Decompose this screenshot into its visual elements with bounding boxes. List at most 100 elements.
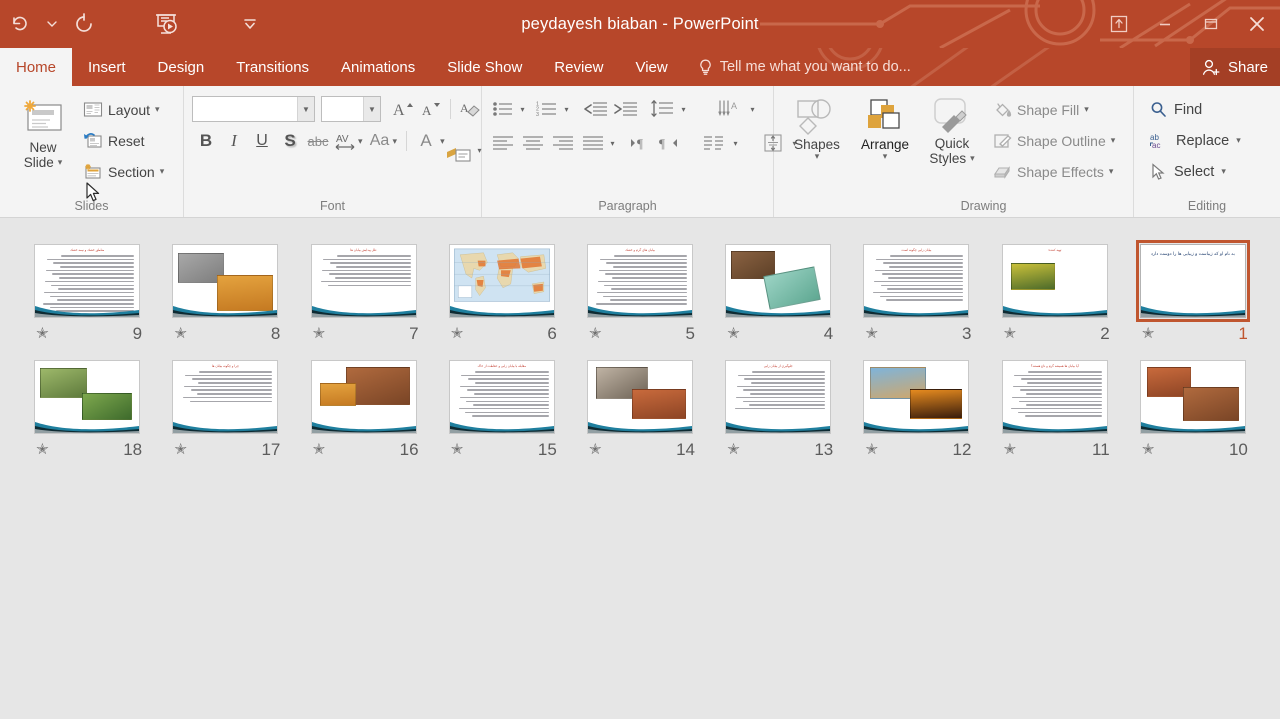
animation-star-icon[interactable]: ✭: [727, 442, 740, 457]
tab-animations[interactable]: Animations: [325, 48, 431, 86]
tab-transitions[interactable]: Transitions: [220, 48, 325, 86]
shape-outline-button[interactable]: Shape Outline ▾: [990, 125, 1118, 156]
animation-star-icon[interactable]: ✭: [174, 442, 187, 457]
slide-thumbnail-10[interactable]: ✭ 10: [1124, 356, 1262, 458]
slide-thumbnail-11[interactable]: آیا بیابان ها همیشه گرم و داغ هستند؟ ✭ 11: [986, 356, 1124, 458]
change-case-button[interactable]: Aa: [367, 127, 393, 155]
slide-thumbnail-2[interactable]: تهیه کننده: ✭ 2: [986, 240, 1124, 342]
arrange-button[interactable]: Arrange ▾: [852, 92, 918, 161]
slide-thumb-frame[interactable]: [30, 356, 144, 438]
customize-quick-access-icon[interactable]: [230, 4, 270, 44]
chevron-down-icon[interactable]: ▾: [393, 136, 398, 146]
slide-thumb-frame[interactable]: بیابان زایی چگونه است: [859, 240, 973, 322]
chevron-down-icon[interactable]: ▾: [358, 136, 363, 146]
slide-thumbnail-4[interactable]: ✭ 4: [709, 240, 847, 342]
animation-star-icon[interactable]: ✭: [451, 326, 464, 341]
chevron-down-icon[interactable]: ▾: [729, 139, 742, 148]
tab-view[interactable]: View: [619, 48, 683, 86]
slide-thumbnail-9[interactable]: مناطق خشک و نیمه خشک ✭ 9: [18, 240, 156, 342]
chevron-down-icon[interactable]: ▾: [1221, 167, 1226, 176]
find-button[interactable]: Find: [1144, 94, 1202, 125]
animation-star-icon[interactable]: ✭: [174, 326, 187, 341]
chevron-down-icon[interactable]: ▾: [155, 105, 160, 114]
clear-formatting-button[interactable]: A: [456, 95, 484, 123]
convert-to-smartart-button[interactable]: [444, 142, 474, 168]
tell-me-search[interactable]: Tell me what you want to do...: [684, 48, 921, 86]
rtl-button[interactable]: ¶: [655, 130, 681, 156]
animation-star-icon[interactable]: ✭: [865, 442, 878, 457]
window-controls[interactable]: [1096, 0, 1280, 48]
slide-thumbnail-16[interactable]: ✭ 16: [294, 356, 432, 458]
tab-review[interactable]: Review: [538, 48, 619, 86]
slide-thumb-frame[interactable]: بیابان های گرم و خشک: [583, 240, 697, 322]
decrease-indent-button[interactable]: [581, 96, 611, 122]
slide-thumbnail-1[interactable]: به نام او که زیباست و زیبایی ها را دوست …: [1124, 240, 1262, 342]
slide-thumb-frame[interactable]: تهیه کننده:: [998, 240, 1112, 322]
animation-star-icon[interactable]: ✭: [1142, 442, 1155, 457]
tab-insert[interactable]: Insert: [72, 48, 142, 86]
animation-star-icon[interactable]: ✭: [865, 326, 878, 341]
replace-button[interactable]: ab ac Replace ▾: [1144, 125, 1241, 156]
chevron-down-icon[interactable]: ▾: [516, 105, 529, 114]
chevron-down-icon[interactable]: ▾: [160, 167, 165, 176]
slide-thumbnail-12[interactable]: ✭ 12: [847, 356, 985, 458]
animation-star-icon[interactable]: ✭: [451, 442, 464, 457]
slide-thumbnail-3[interactable]: بیابان زایی چگونه است ✭ 3: [847, 240, 985, 342]
chevron-down-icon[interactable]: ▾: [606, 139, 619, 148]
ribbon-tab-bar[interactable]: Home Insert Design Transitions Animation…: [0, 48, 1280, 86]
chevron-down-icon[interactable]: ▾: [1109, 167, 1114, 176]
justify-button[interactable]: [580, 130, 606, 156]
chevron-down-icon[interactable]: ▾: [473, 146, 486, 155]
animation-star-icon[interactable]: ✭: [589, 326, 602, 341]
quick-styles-button[interactable]: Quick Styles ▾: [920, 92, 984, 166]
slide-thumb-frame[interactable]: مناطق خشک و نیمه خشک: [30, 240, 144, 322]
chevron-down-icon[interactable]: ▾: [746, 105, 759, 114]
chevron-down-icon[interactable]: ▾: [1084, 105, 1089, 114]
increase-font-size-button[interactable]: A: [389, 95, 417, 123]
animation-star-icon[interactable]: ✭: [36, 442, 49, 457]
font-name-input[interactable]: ▼: [192, 96, 315, 122]
shape-effects-button[interactable]: Shape Effects ▾: [990, 156, 1118, 187]
italic-button[interactable]: I: [220, 127, 248, 155]
slide-thumbnail-14[interactable]: ✭ 14: [571, 356, 709, 458]
animation-star-icon[interactable]: ✭: [1004, 326, 1017, 341]
slide-thumb-frame[interactable]: مقابله با بیابان زایی و حفاظت از خاک: [445, 356, 559, 438]
chevron-down-icon[interactable]: ▾: [560, 105, 573, 114]
numbering-button[interactable]: 1 2 3: [534, 96, 560, 122]
align-left-button[interactable]: [490, 130, 516, 156]
font-size-input[interactable]: ▼: [321, 96, 381, 122]
slide-thumb-frame[interactable]: [721, 240, 835, 322]
slide-thumbnail-5[interactable]: بیابان های گرم و خشک ✭ 5: [571, 240, 709, 342]
bold-button[interactable]: B: [192, 127, 220, 155]
tab-design[interactable]: Design: [142, 48, 221, 86]
layout-button[interactable]: Layout ▾: [80, 94, 167, 125]
slide-thumb-frame[interactable]: جلوگیری از بیابان زایی: [721, 356, 835, 438]
bullets-button[interactable]: [490, 96, 516, 122]
text-direction-button[interactable]: A: [716, 96, 746, 122]
slide-thumbnail-13[interactable]: جلوگیری از بیابان زایی ✭ 13: [709, 356, 847, 458]
slide-sorter-pane[interactable]: مناطق خشک و نیمه خشک ✭ 9 ✭ 8 علل پیدایش بیا…: [0, 218, 1280, 719]
new-slide-button[interactable]: New Slide ▾: [12, 92, 74, 170]
animation-star-icon[interactable]: ✭: [313, 442, 326, 457]
increase-indent-button[interactable]: [611, 96, 641, 122]
undo-icon[interactable]: [0, 4, 40, 44]
slide-thumb-frame[interactable]: [1136, 356, 1250, 438]
animation-star-icon[interactable]: ✭: [1142, 326, 1155, 341]
start-presentation-icon[interactable]: [146, 4, 186, 44]
line-spacing-button[interactable]: [647, 96, 677, 122]
slide-thumbnail-8[interactable]: ✭ 8: [156, 240, 294, 342]
slide-thumb-frame[interactable]: علل پیدایش بیابان ها: [307, 240, 421, 322]
slide-thumbnail-18[interactable]: ✭ 18: [18, 356, 156, 458]
share-button[interactable]: Share: [1189, 48, 1280, 86]
chevron-down-icon[interactable]: ▾: [1236, 136, 1241, 145]
tab-home[interactable]: Home: [0, 48, 73, 86]
shapes-button[interactable]: Shapes ▾: [784, 92, 850, 161]
tab-slide-show[interactable]: Slide Show: [431, 48, 538, 86]
chevron-down-icon[interactable]: ▾: [883, 152, 888, 161]
slide-thumb-frame[interactable]: آیا بیابان ها همیشه گرم و داغ هستند؟: [998, 356, 1112, 438]
ribbon-display-options-button[interactable]: [1096, 0, 1142, 48]
slide-thumb-frame[interactable]: [307, 356, 421, 438]
chevron-down-icon[interactable]: ▾: [1111, 136, 1116, 145]
chevron-down-icon[interactable]: ▾: [970, 154, 975, 163]
character-spacing-button[interactable]: AV: [332, 127, 358, 155]
